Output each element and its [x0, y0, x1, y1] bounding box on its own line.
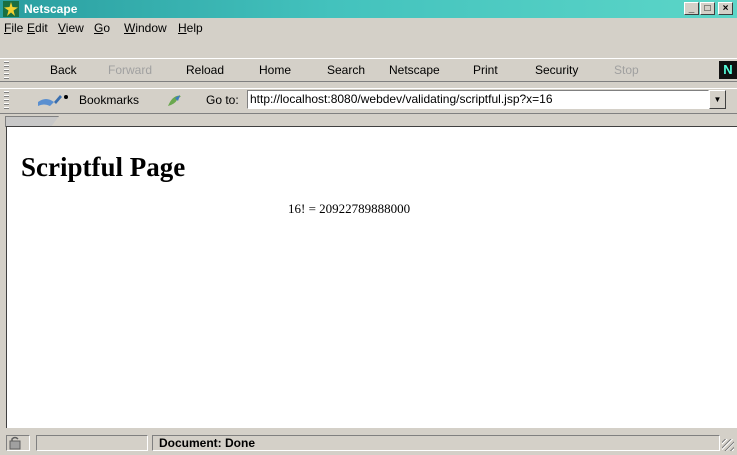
netscape-logo-icon[interactable]: N [719, 61, 737, 79]
security-lock-icon[interactable] [6, 435, 30, 451]
location-toolbar: Bookmarks Go to: http://localhost:8080/w… [0, 88, 737, 114]
menu-bar: File Edit View Go Window Help [0, 18, 737, 38]
stop-button[interactable]: Stop [614, 63, 639, 77]
search-button[interactable]: Search [327, 63, 365, 77]
back-button[interactable]: Back [50, 63, 77, 77]
menu-go[interactable]: Go [94, 21, 110, 35]
page-content: Scriptful Page 16! = 20922789888000 [6, 126, 737, 428]
browser-window: Netscape _ □ × File Edit View Go Window … [0, 0, 737, 455]
minimize-button[interactable]: _ [684, 2, 699, 15]
security-button[interactable]: Security [535, 63, 578, 77]
url-input[interactable]: http://localhost:8080/webdev/validating/… [247, 90, 709, 109]
toolbar-grip[interactable] [4, 91, 9, 109]
menu-window[interactable]: Window [124, 21, 167, 35]
bookmarks-icon[interactable] [36, 92, 76, 110]
menu-help[interactable]: Help [178, 21, 203, 35]
window-title: Netscape [24, 2, 78, 16]
close-button[interactable]: × [718, 2, 733, 15]
bookmarks-button[interactable]: Bookmarks [79, 93, 139, 107]
navigation-toolbar: Back Forward Reload Home Search Netscape… [0, 58, 737, 82]
page-title: Scriptful Page [21, 152, 186, 182]
menu-view[interactable]: View [58, 21, 84, 35]
toolbar-grip[interactable] [4, 61, 9, 79]
factorial-result: 16! = 20922789888000 [288, 201, 411, 216]
progress-bar [36, 435, 148, 451]
status-text-panel: Document: Done [152, 435, 720, 451]
print-button[interactable]: Print [473, 63, 498, 77]
forward-button[interactable]: Forward [108, 63, 152, 77]
status-bar: Document: Done [0, 431, 737, 455]
menu-edit[interactable]: Edit [27, 21, 48, 35]
netscape-app-icon [3, 1, 19, 17]
resize-grip-icon[interactable] [722, 439, 734, 451]
reload-button[interactable]: Reload [186, 63, 224, 77]
maximize-button[interactable]: □ [700, 2, 715, 15]
url-dropdown-button[interactable]: ▼ [709, 90, 726, 109]
location-icon [168, 95, 181, 106]
menu-file[interactable]: File [4, 21, 23, 35]
title-bar: Netscape _ □ × [0, 0, 737, 18]
status-text: Document: Done [159, 436, 255, 450]
home-button[interactable]: Home [259, 63, 291, 77]
goto-label: Go to: [206, 93, 239, 107]
netscape-button[interactable]: Netscape [389, 63, 440, 77]
